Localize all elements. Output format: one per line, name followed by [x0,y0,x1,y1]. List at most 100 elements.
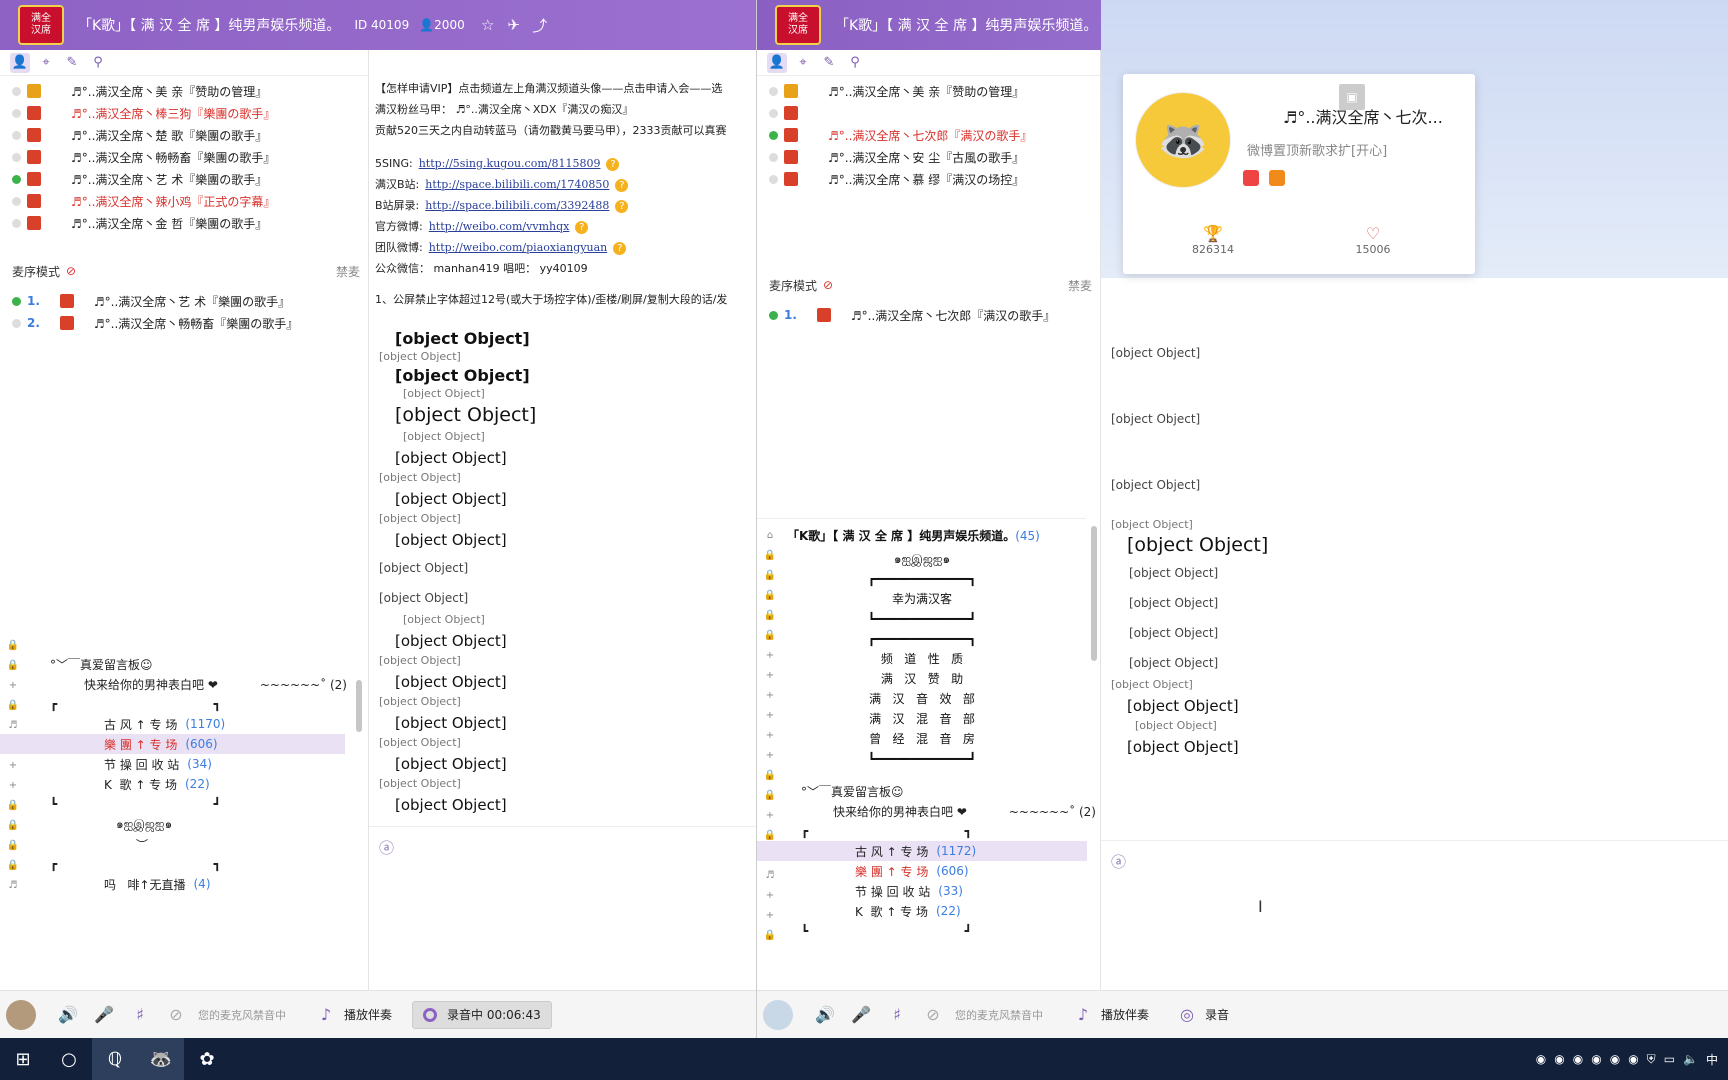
channel-item[interactable]: ๑ஐஇஜஐ๑ [0,814,345,834]
channel-item[interactable]: K 歌 ↑ 专 场 (22) [0,774,345,794]
channel-item[interactable]: ┏ ┓ [0,854,345,874]
channel-item[interactable]: 古 风 ↑ 专 场 (1170) [0,714,345,734]
scrollbar[interactable] [356,680,362,732]
mic-muted-icon[interactable]: ⊘ [915,1005,951,1024]
channel-item[interactable]: ┗ ┛ [757,921,1087,941]
user-row[interactable]: ♬°..满汉全席丶棒三狗『樂團の歌手』 [0,102,368,124]
record-icon[interactable]: ◎ [1169,1005,1205,1024]
edit-list-icon[interactable]: ✎ [62,53,82,73]
queue-row[interactable]: 1. ♬°..满汉全席丶七次郎『满汉の歌手』 [757,304,1100,326]
mute-mic-button[interactable]: 禁麦 [336,263,360,280]
user-list-icon[interactable]: 👤 [10,52,30,73]
queue-row[interactable]: 2. ♬°..满汉全席丶畅畅畜『樂團の歌手』 [0,312,368,334]
yy-app-icon[interactable]: 🦝 [138,1038,184,1080]
tray-app-icon[interactable]: ◉ [1554,1052,1564,1066]
channel-item[interactable]: 节 操 回 收 站 (34) [0,754,345,774]
share-icon[interactable]: ⤴ [527,15,553,36]
location-icon[interactable]: ⌖ [793,53,813,73]
help-icon[interactable]: ? [615,200,629,213]
user-row[interactable]: ♬°..满汉全席丶美 亲『赞助の管理』 [0,80,368,102]
channel-item[interactable]: K 歌 ↑ 专 场 (22) [757,901,1087,921]
shield-icon[interactable]: ⛨ [1647,1052,1656,1067]
profile-avatar[interactable]: 🦝 [1135,92,1231,188]
mic-off-icon[interactable]: ⊘ [823,278,833,292]
channel-item[interactable]: 快来给你的男神表白吧 ❤ ~~~~~~˚ (2) [757,801,1096,821]
channel-item[interactable]: ┏ ┓ [757,821,1087,841]
user-row[interactable]: ♬°..满汉全席丶楚 歌『樂團の歌手』 [0,124,368,146]
tray-app-icon[interactable]: ◉ [1591,1052,1601,1066]
input-method[interactable]: 中 [1706,1051,1718,1068]
help-icon[interactable]: ? [575,221,589,234]
user-row[interactable]: ♬°..满汉全席丶畅畅畜『樂團の歌手』 [0,146,368,168]
channel-item[interactable]: ┗ ┛ [0,794,345,814]
mic-off-icon[interactable]: ⊘ [66,264,76,278]
location-icon[interactable]: ⌖ [36,53,56,73]
app-icon[interactable]: ✿ [184,1038,230,1080]
speaker-icon[interactable]: 🔊 [50,1005,86,1024]
channel-item[interactable]: ︶ [0,834,345,854]
tray-app-icon[interactable]: ◉ [1536,1052,1546,1066]
link[interactable]: http://weibo.com/vvmhqx [429,220,570,233]
recording-button[interactable]: 录音中 00:06:43 [412,1000,552,1029]
channel-item[interactable]: 快来给你的男神表白吧 ❤ ~~~~~~˚ (2) [0,674,347,694]
network-icon[interactable]: ▭ [1664,1052,1675,1066]
user-row[interactable]: ♬°..满汉全席丶金 哲『樂團の歌手』 [0,212,368,234]
image-icon[interactable]: ▣ [1339,84,1365,110]
search-icon[interactable]: ○ [46,1038,92,1080]
channel-item[interactable]: 樂 團 ↑ 专 场 (606) [757,861,1087,881]
plane-icon[interactable]: ✈ [501,16,527,34]
channel-item[interactable]: °﹀￣真爱留言板☺ [0,654,345,674]
search-icon[interactable]: ⚲ [88,53,108,73]
browser-icon[interactable]: ℚ [92,1038,138,1080]
play-accompaniment-button[interactable]: 播放伴奏 [1101,1006,1149,1023]
queue-row[interactable]: 1. ♬°..满汉全席丶艺 术『樂團の歌手』 [0,290,368,312]
channel-item[interactable]: 古 风 ↑ 专 场 (1172) [757,841,1087,861]
tray-app-icon[interactable]: ◉ [1573,1052,1583,1066]
tray-app-icon[interactable]: ◉ [1628,1052,1638,1066]
mute-mic-button[interactable]: 禁麦 [1068,277,1092,294]
link[interactable]: http://space.bilibili.com/1740850 [425,178,609,191]
tray-app-icon[interactable]: ◉ [1610,1052,1620,1066]
font-icon[interactable]: ⓐ [379,837,394,858]
font-icon[interactable]: ⓐ [1111,851,1126,872]
channel-item[interactable]: ┏ ┓ [0,694,345,714]
help-icon[interactable]: ? [615,179,629,192]
help-icon[interactable]: ? [606,158,620,171]
user-row[interactable]: ♬°..满汉全席丶慕 缪『满汉の场控』 [757,168,1100,190]
microphone-icon[interactable]: 🎤 [843,1005,879,1024]
music-icon[interactable]: ♪ [308,1005,344,1024]
edit-list-icon[interactable]: ✎ [819,53,839,73]
chat-input[interactable]: ⓐ [369,826,756,976]
equalizer-icon[interactable]: ♯ [122,1005,158,1024]
help-icon[interactable]: ? [613,242,627,255]
mic-muted-icon[interactable]: ⊘ [158,1005,194,1024]
user-row[interactable]: ♬°..满汉全席丶辣小鸡『正式の字幕』 [0,190,368,212]
search-icon[interactable]: ⚲ [845,53,865,73]
link[interactable]: http://space.bilibili.com/3392488 [425,199,609,212]
user-row[interactable]: ♬°..满汉全席丶安 尘『古風の歌手』 [757,146,1100,168]
link[interactable]: http://weibo.com/piaoxiangyuan [429,241,608,254]
channel-logo[interactable]: 满全 汉席 [775,5,821,45]
avatar[interactable] [763,999,793,1030]
speaker-icon[interactable]: 🔊 [807,1005,843,1024]
scrollbar[interactable] [1091,526,1097,661]
music-icon[interactable]: ♪ [1065,1005,1101,1024]
play-accompaniment-button[interactable]: 播放伴奏 [344,1006,392,1023]
volume-icon[interactable]: 🔈 [1683,1052,1698,1066]
channel-root[interactable]: 「K歌」【 满 汉 全 席 】纯男声娱乐频道。(45) [787,527,1040,544]
chat-input[interactable]: ⓐ I [1101,840,1728,990]
channel-item[interactable]: °﹀￣真爱留言板☺ [757,781,1087,801]
favorite-star-icon[interactable]: ☆ [475,16,501,34]
microphone-icon[interactable]: 🎤 [86,1005,122,1024]
windows-start-icon[interactable]: ⊞ [0,1038,46,1080]
user-list-icon[interactable]: 👤 [767,52,787,73]
user-row[interactable] [757,102,1100,124]
channel-item[interactable]: 吗 啡↑无直播 (4) [0,874,345,894]
avatar[interactable] [6,999,36,1030]
user-row[interactable]: ♬°..满汉全席丶七次郎『满汉の歌手』 [757,124,1100,146]
equalizer-icon[interactable]: ♯ [879,1005,915,1024]
channel-logo[interactable]: 满全 汉席 [18,5,64,45]
user-row[interactable]: ♬°..满汉全席丶美 亲『赞助の管理』 [757,80,1100,102]
user-row[interactable]: ♬°..满汉全席丶艺 术『樂團の歌手』 [0,168,368,190]
channel-item[interactable]: 节 操 回 收 站 (33) [757,881,1087,901]
